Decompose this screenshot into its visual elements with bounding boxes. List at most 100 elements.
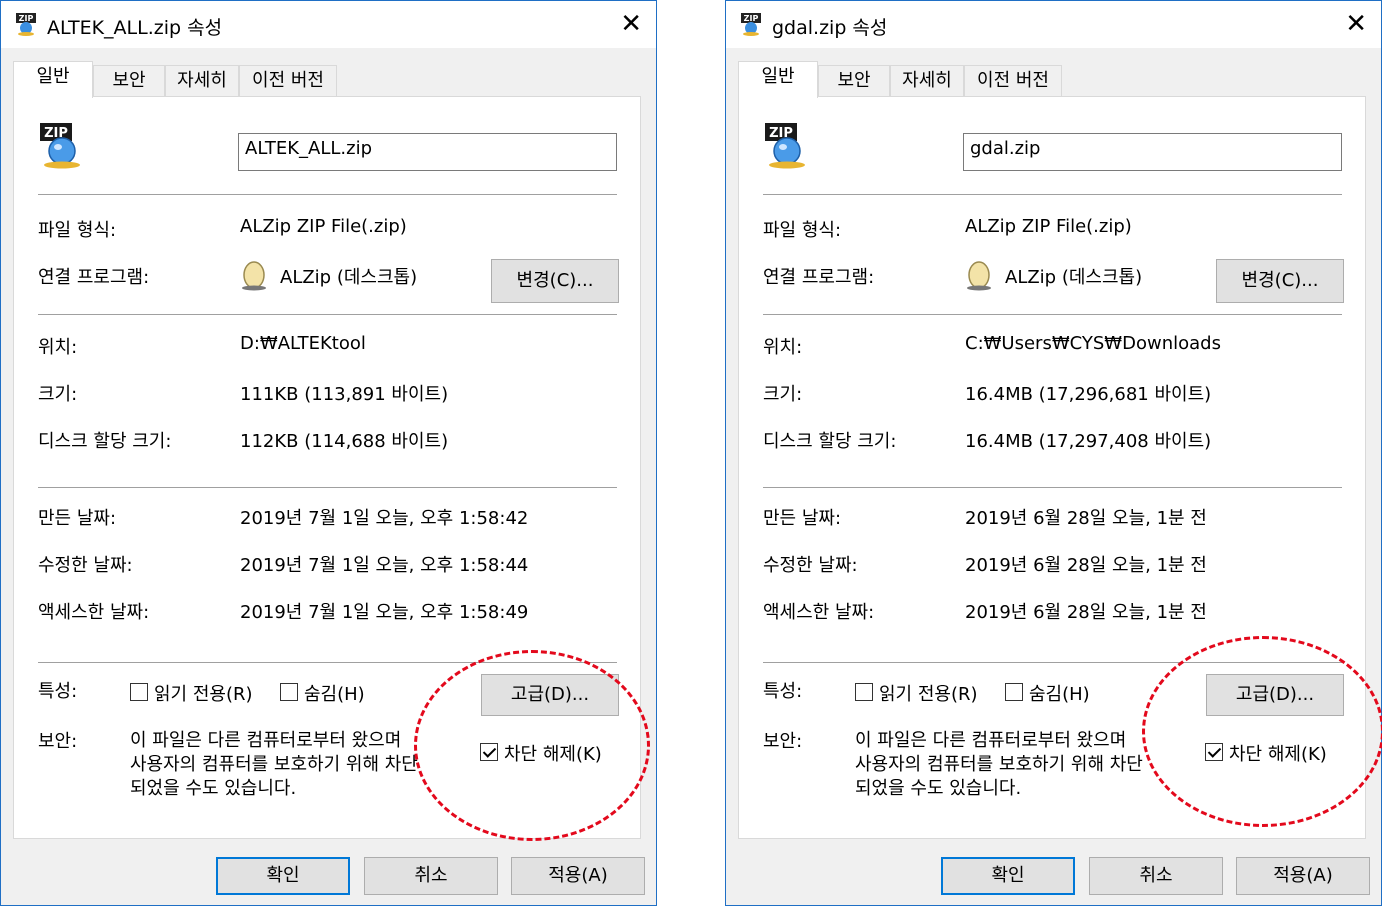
file-type-value: ALZip ZIP File(.zip): [965, 216, 1132, 237]
ok-button[interactable]: 확인: [216, 857, 350, 895]
svg-text:ZIP: ZIP: [744, 14, 759, 23]
size-label: 크기:: [763, 384, 803, 405]
disk-size-value: 112KB (114,688 바이트): [240, 431, 449, 452]
size-label: 크기:: [38, 384, 78, 405]
location-label: 위치:: [38, 337, 78, 358]
zip-file-icon: ZIP: [741, 13, 761, 36]
accessed-value: 2019년 7월 1일 오늘, 오후 1:58:49: [240, 602, 529, 623]
hidden-checkbox[interactable]: [1005, 683, 1023, 701]
readonly-checkbox[interactable]: [855, 683, 873, 701]
location-label: 위치:: [763, 337, 803, 358]
created-label: 만든 날짜:: [763, 508, 842, 529]
open-with-label: 연결 프로그램:: [763, 267, 875, 288]
created-value: 2019년 7월 1일 오늘, 오후 1:58:42: [240, 508, 529, 529]
unblock-label: 차단 해제(K): [504, 744, 602, 765]
title-bar: ZIP ALTEK_ALL.zip 속성 ✕: [1, 1, 656, 48]
attributes-label: 특성:: [763, 681, 803, 702]
modified-label: 수정한 날짜:: [38, 555, 133, 576]
divider: [38, 194, 617, 195]
close-icon[interactable]: ✕: [620, 9, 642, 39]
hidden-checkbox[interactable]: [280, 683, 298, 701]
open-with-value: ALZip (데스크톱): [1005, 267, 1143, 288]
disk-size-value: 16.4MB (17,297,408 바이트): [965, 431, 1212, 452]
location-value: C:₩Users₩CYS₩Downloads: [965, 333, 1221, 354]
tab-details[interactable]: 자세히: [890, 65, 964, 97]
divider: [763, 194, 1342, 195]
alzip-app-icon: [242, 261, 266, 291]
general-tab-panel: ZIP ALTEK_ALL.zip 파일 형식: ALZip ZIP File(…: [13, 96, 641, 839]
tab-details[interactable]: 자세히: [165, 65, 239, 97]
security-text-line-1: 이 파일은 다른 컴퓨터로부터 왔으며: [855, 730, 1127, 751]
security-text-line-2: 사용자의 컴퓨터를 보호하기 위해 차단: [130, 754, 418, 775]
tab-previous-versions[interactable]: 이전 버전: [239, 65, 337, 97]
accessed-value: 2019년 6월 28일 오늘, 1분 전: [965, 602, 1207, 623]
hidden-label: 숨김(H): [1029, 684, 1090, 705]
file-type-label: 파일 형식:: [763, 220, 842, 241]
unblock-label: 차단 해제(K): [1229, 744, 1327, 765]
cancel-button[interactable]: 취소: [364, 857, 498, 895]
divider: [763, 314, 1342, 315]
ok-button[interactable]: 확인: [941, 857, 1075, 895]
properties-dialog-left: ZIP ALTEK_ALL.zip 속성 ✕ 일반 보안 자세히 이전 버전 Z…: [0, 0, 657, 906]
divider: [38, 487, 617, 488]
security-text-line-2: 사용자의 컴퓨터를 보호하기 위해 차단: [855, 754, 1143, 775]
alzip-app-icon: [967, 261, 991, 291]
size-value: 111KB (113,891 바이트): [240, 384, 449, 405]
tab-security[interactable]: 보안: [818, 65, 890, 97]
hidden-label: 숨김(H): [304, 684, 365, 705]
location-value: D:₩ALTEKtool: [240, 333, 366, 354]
divider: [763, 487, 1342, 488]
file-type-label: 파일 형식:: [38, 220, 117, 241]
security-text-line-1: 이 파일은 다른 컴퓨터로부터 왔으며: [130, 730, 402, 751]
tab-security[interactable]: 보안: [93, 65, 165, 97]
created-value: 2019년 6월 28일 오늘, 1분 전: [965, 508, 1207, 529]
modified-label: 수정한 날짜:: [763, 555, 858, 576]
properties-dialog-right: ZIP gdal.zip 속성 ✕ 일반 보안 자세히 이전 버전 ZIP gd…: [725, 0, 1382, 906]
apply-button[interactable]: 적용(A): [511, 857, 645, 895]
advanced-button[interactable]: 고급(D)...: [1206, 674, 1344, 716]
filename-field[interactable]: gdal.zip: [963, 133, 1342, 171]
zip-file-icon: ZIP: [765, 123, 805, 169]
open-with-label: 연결 프로그램:: [38, 267, 150, 288]
modified-value: 2019년 6월 28일 오늘, 1분 전: [965, 555, 1207, 576]
window-title: ALTEK_ALL.zip 속성: [47, 17, 223, 39]
unblock-checkbox[interactable]: [1205, 743, 1223, 761]
tab-general[interactable]: 일반: [13, 61, 93, 98]
file-type-value: ALZip ZIP File(.zip): [240, 216, 407, 237]
security-label: 보안:: [763, 731, 803, 752]
general-tab-panel: ZIP gdal.zip 파일 형식: ALZip ZIP File(.zip)…: [738, 96, 1366, 839]
zip-file-icon: ZIP: [16, 13, 36, 36]
change-button[interactable]: 변경(C)...: [491, 259, 619, 303]
modified-value: 2019년 7월 1일 오늘, 오후 1:58:44: [240, 555, 529, 576]
divider: [38, 662, 617, 663]
divider: [763, 662, 1342, 663]
security-text-line-3: 되었을 수도 있습니다.: [855, 778, 1022, 799]
cancel-button[interactable]: 취소: [1089, 857, 1223, 895]
close-icon[interactable]: ✕: [1345, 9, 1367, 39]
divider: [38, 314, 617, 315]
disk-size-label: 디스크 할당 크기:: [763, 431, 897, 452]
security-text-line-3: 되었을 수도 있습니다.: [130, 778, 297, 799]
apply-button[interactable]: 적용(A): [1236, 857, 1370, 895]
tab-previous-versions[interactable]: 이전 버전: [964, 65, 1062, 97]
window-title: gdal.zip 속성: [772, 17, 888, 39]
accessed-label: 액세스한 날짜:: [38, 602, 150, 623]
zip-file-icon: ZIP: [40, 123, 80, 169]
unblock-checkbox[interactable]: [480, 743, 498, 761]
security-label: 보안:: [38, 731, 78, 752]
change-button[interactable]: 변경(C)...: [1216, 259, 1344, 303]
size-value: 16.4MB (17,296,681 바이트): [965, 384, 1212, 405]
advanced-button[interactable]: 고급(D)...: [481, 674, 619, 716]
readonly-label: 읽기 전용(R): [154, 684, 253, 705]
disk-size-label: 디스크 할당 크기:: [38, 431, 172, 452]
readonly-label: 읽기 전용(R): [879, 684, 978, 705]
tab-general[interactable]: 일반: [738, 61, 818, 98]
svg-text:ZIP: ZIP: [19, 14, 34, 23]
title-bar: ZIP gdal.zip 속성 ✕: [726, 1, 1381, 48]
created-label: 만든 날짜:: [38, 508, 117, 529]
attributes-label: 특성:: [38, 681, 78, 702]
readonly-checkbox[interactable]: [130, 683, 148, 701]
open-with-value: ALZip (데스크톱): [280, 267, 418, 288]
accessed-label: 액세스한 날짜:: [763, 602, 875, 623]
filename-field[interactable]: ALTEK_ALL.zip: [238, 133, 617, 171]
